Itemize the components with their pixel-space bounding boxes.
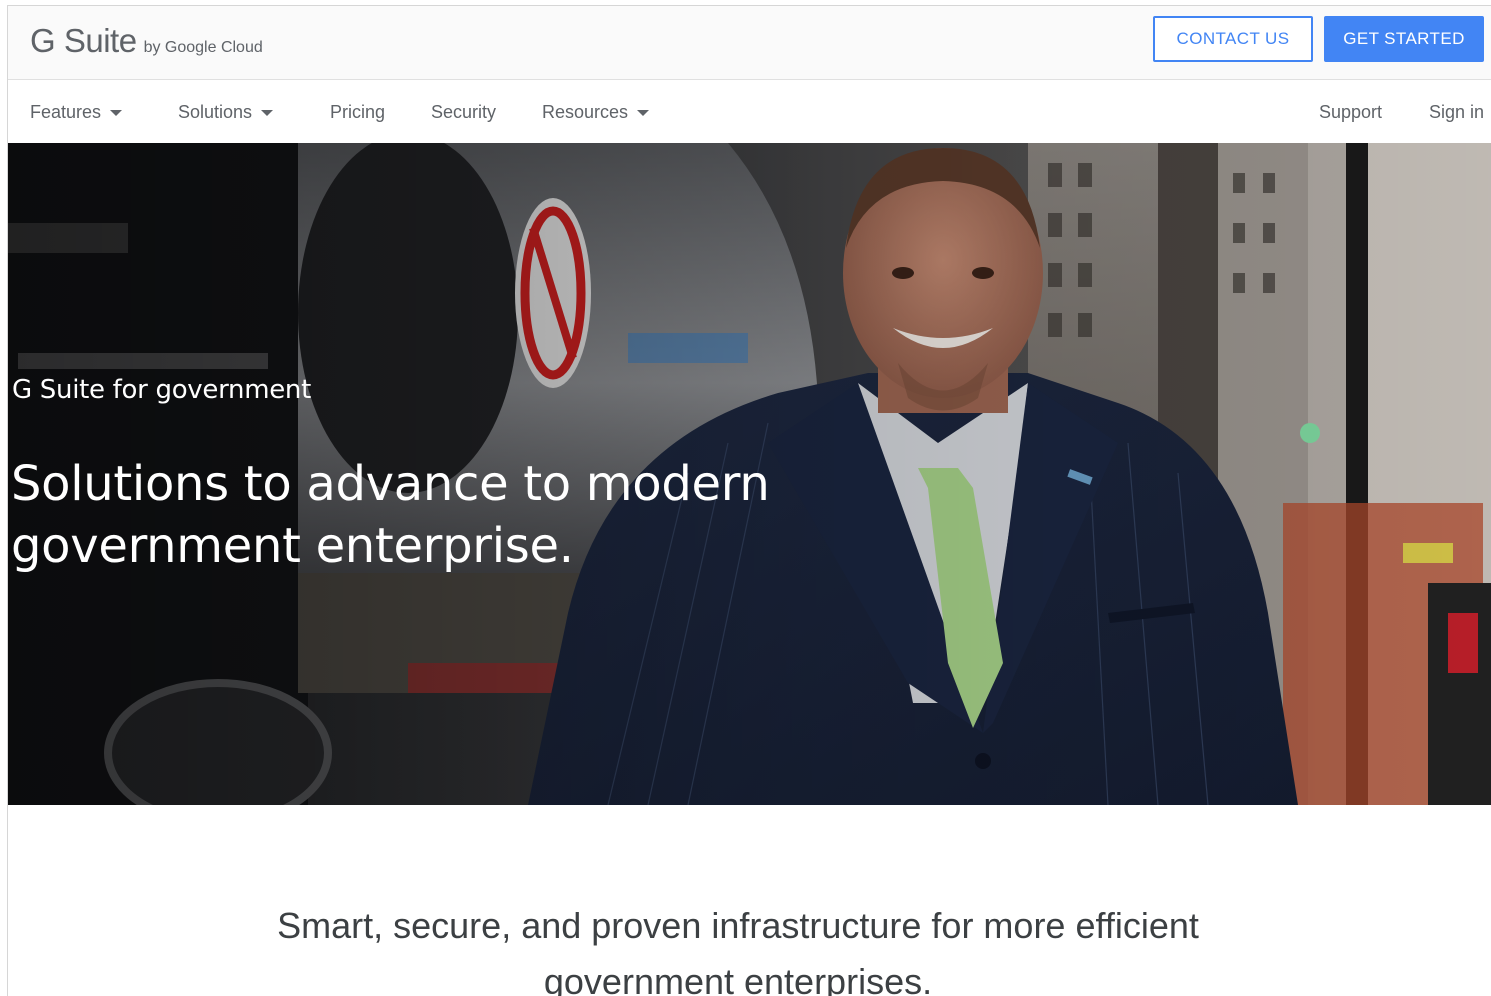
nav-item-label: Sign in <box>1429 101 1485 122</box>
top-header: G Suite by Google Cloud CONTACT US GET S… <box>8 6 1491 80</box>
nav-item-label: Resources <box>542 101 629 122</box>
nav-item-pricing[interactable]: Pricing <box>330 81 385 143</box>
caret-down-icon <box>261 110 274 116</box>
nav-item-label: Pricing <box>330 101 386 122</box>
nav-item-label: Features <box>30 101 102 122</box>
gsuite-logo[interactable]: G Suite by Google Cloud <box>30 22 263 60</box>
nav-item-security[interactable]: Security <box>431 81 496 143</box>
nav-item-label: Solutions <box>178 101 253 122</box>
contact-us-button[interactable]: CONTACT US <box>1153 16 1313 62</box>
nav-item-resources[interactable]: Resources <box>542 81 650 143</box>
nav-item-support[interactable]: Support <box>1319 81 1382 143</box>
nav-item-label: Support <box>1319 101 1383 122</box>
main-nav: Features Solutions Pricing Security Reso… <box>8 81 1491 143</box>
caret-down-icon <box>637 110 650 116</box>
logo-byline: by Google Cloud <box>143 39 263 56</box>
page: G Suite by Google Cloud CONTACT US GET S… <box>7 5 1491 996</box>
caret-down-icon <box>110 110 123 116</box>
get-started-button[interactable]: GET STARTED <box>1324 16 1484 62</box>
nav-item-solutions[interactable]: Solutions <box>178 81 274 143</box>
hero-title: Solutions to advance to modern governmen… <box>11 456 770 574</box>
nav-item-sign-in[interactable]: Sign in <box>1429 81 1484 143</box>
intro-lead: Smart, secure, and proven infrastructure… <box>277 905 1199 996</box>
nav-item-features[interactable]: Features <box>30 81 123 143</box>
hero-banner: G Suite for government Solutions to adva… <box>8 143 1491 805</box>
hero-eyebrow: G Suite for government <box>12 375 311 405</box>
logo-wordmark: G Suite <box>30 22 137 59</box>
nav-item-label: Security <box>431 101 497 122</box>
